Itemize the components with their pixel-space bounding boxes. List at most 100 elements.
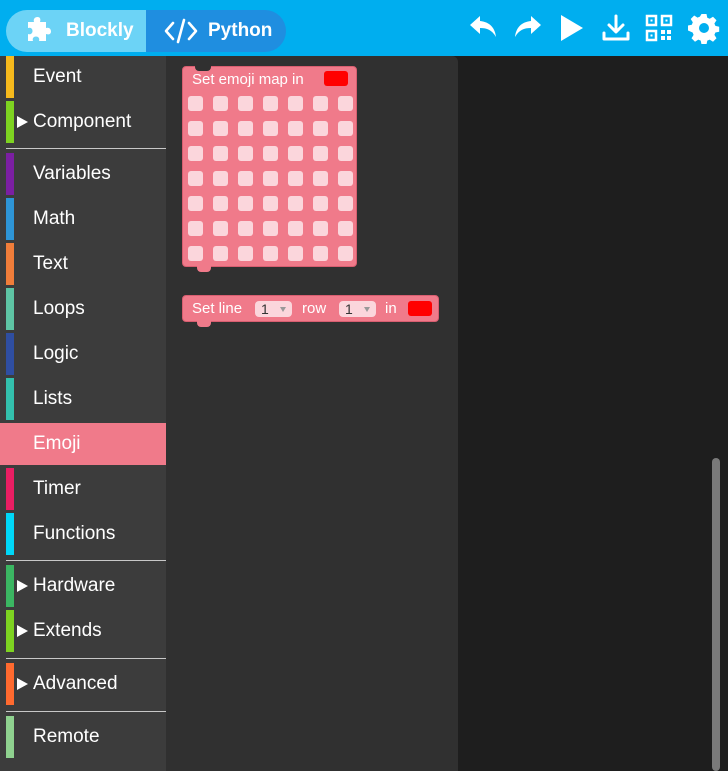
led-cell[interactable] (263, 171, 278, 186)
led-cell[interactable] (313, 121, 328, 136)
led-cell[interactable] (238, 146, 253, 161)
block-nub (197, 266, 211, 272)
led-cell[interactable] (188, 121, 203, 136)
category-color-bar (6, 513, 14, 555)
led-cell[interactable] (213, 146, 228, 161)
category-loops[interactable]: Loops (0, 288, 166, 330)
emoji-led-grid (188, 96, 353, 261)
undo-button[interactable] (466, 10, 502, 46)
row-dropdown[interactable]: 1 (339, 301, 376, 317)
category-emoji[interactable]: Emoji (0, 423, 166, 465)
led-cell[interactable] (288, 146, 303, 161)
category-functions[interactable]: Functions (0, 513, 166, 555)
led-cell[interactable] (213, 171, 228, 186)
led-cell[interactable] (263, 146, 278, 161)
led-cell[interactable] (188, 146, 203, 161)
category-logic[interactable]: Logic (0, 333, 166, 375)
led-cell[interactable] (238, 246, 253, 261)
led-cell[interactable] (313, 146, 328, 161)
qr-code-button[interactable] (641, 10, 677, 46)
separator (6, 148, 166, 149)
led-cell[interactable] (188, 96, 203, 111)
line-color-picker[interactable] (408, 301, 432, 316)
led-cell[interactable] (288, 246, 303, 261)
led-cell[interactable] (313, 96, 328, 111)
puzzle-piece-icon (28, 17, 51, 41)
led-cell[interactable] (213, 96, 228, 111)
led-cell[interactable] (213, 121, 228, 136)
led-cell[interactable] (288, 221, 303, 236)
category-hardware[interactable]: Hardware (0, 565, 166, 607)
separator (6, 658, 166, 659)
set-emoji-map-block[interactable]: Set emoji map in (182, 66, 357, 272)
led-cell[interactable] (313, 246, 328, 261)
category-sidebar: Event Component Variables Math Text Loop… (0, 56, 166, 771)
category-math[interactable]: Math (0, 198, 166, 240)
led-cell[interactable] (338, 246, 353, 261)
download-icon (602, 14, 630, 41)
category-advanced[interactable]: Advanced (0, 663, 166, 705)
led-cell[interactable] (338, 96, 353, 111)
expand-arrow-icon (17, 625, 28, 637)
python-mode-button[interactable]: Python (146, 10, 286, 52)
led-cell[interactable] (338, 121, 353, 136)
led-cell[interactable] (263, 96, 278, 111)
run-button[interactable] (553, 10, 589, 46)
led-cell[interactable] (188, 196, 203, 211)
led-cell[interactable] (188, 171, 203, 186)
emoji-color-picker[interactable] (324, 71, 348, 86)
led-cell[interactable] (313, 196, 328, 211)
redo-button[interactable] (509, 10, 545, 46)
led-cell[interactable] (213, 196, 228, 211)
led-cell[interactable] (188, 246, 203, 261)
download-button[interactable] (598, 10, 634, 46)
led-cell[interactable] (263, 121, 278, 136)
blockly-workspace[interactable] (458, 56, 728, 771)
led-cell[interactable] (313, 171, 328, 186)
category-timer[interactable]: Timer (0, 468, 166, 510)
led-cell[interactable] (338, 221, 353, 236)
category-label: Emoji (33, 433, 81, 454)
led-cell[interactable] (263, 196, 278, 211)
gear-icon (688, 14, 720, 44)
workspace-scrollbar[interactable] (712, 458, 720, 771)
led-cell[interactable] (188, 221, 203, 236)
category-variables[interactable]: Variables (0, 153, 166, 195)
led-cell[interactable] (263, 246, 278, 261)
led-cell[interactable] (238, 196, 253, 211)
led-cell[interactable] (338, 196, 353, 211)
led-cell[interactable] (238, 96, 253, 111)
led-cell[interactable] (338, 171, 353, 186)
undo-icon (470, 16, 496, 37)
line-dropdown[interactable]: 1 (255, 301, 292, 317)
blockly-mode-button[interactable]: Blockly (6, 10, 146, 52)
led-cell[interactable] (238, 121, 253, 136)
separator (6, 560, 166, 561)
led-cell[interactable] (263, 221, 278, 236)
category-component[interactable]: Component (0, 101, 166, 143)
category-label: Variables (33, 163, 111, 184)
led-cell[interactable] (288, 121, 303, 136)
led-cell[interactable] (238, 171, 253, 186)
category-color-bar (6, 716, 14, 758)
category-color-bar (6, 663, 14, 705)
category-text[interactable]: Text (0, 243, 166, 285)
category-lists[interactable]: Lists (0, 378, 166, 420)
led-cell[interactable] (288, 196, 303, 211)
led-cell[interactable] (288, 171, 303, 186)
settings-button[interactable] (686, 10, 722, 46)
category-label: Event (33, 66, 82, 87)
led-cell[interactable] (288, 96, 303, 111)
category-extends[interactable]: Extends (0, 610, 166, 652)
led-cell[interactable] (338, 146, 353, 161)
led-cell[interactable] (213, 221, 228, 236)
category-color-bar (6, 198, 14, 240)
category-remote[interactable]: Remote (0, 716, 166, 758)
led-cell[interactable] (238, 221, 253, 236)
category-event[interactable]: Event (0, 56, 166, 98)
play-icon (561, 15, 583, 41)
led-cell[interactable] (313, 221, 328, 236)
led-cell[interactable] (213, 246, 228, 261)
category-label: Hardware (33, 575, 116, 596)
set-line-block[interactable]: Set line 1 row 1 in (182, 295, 439, 327)
